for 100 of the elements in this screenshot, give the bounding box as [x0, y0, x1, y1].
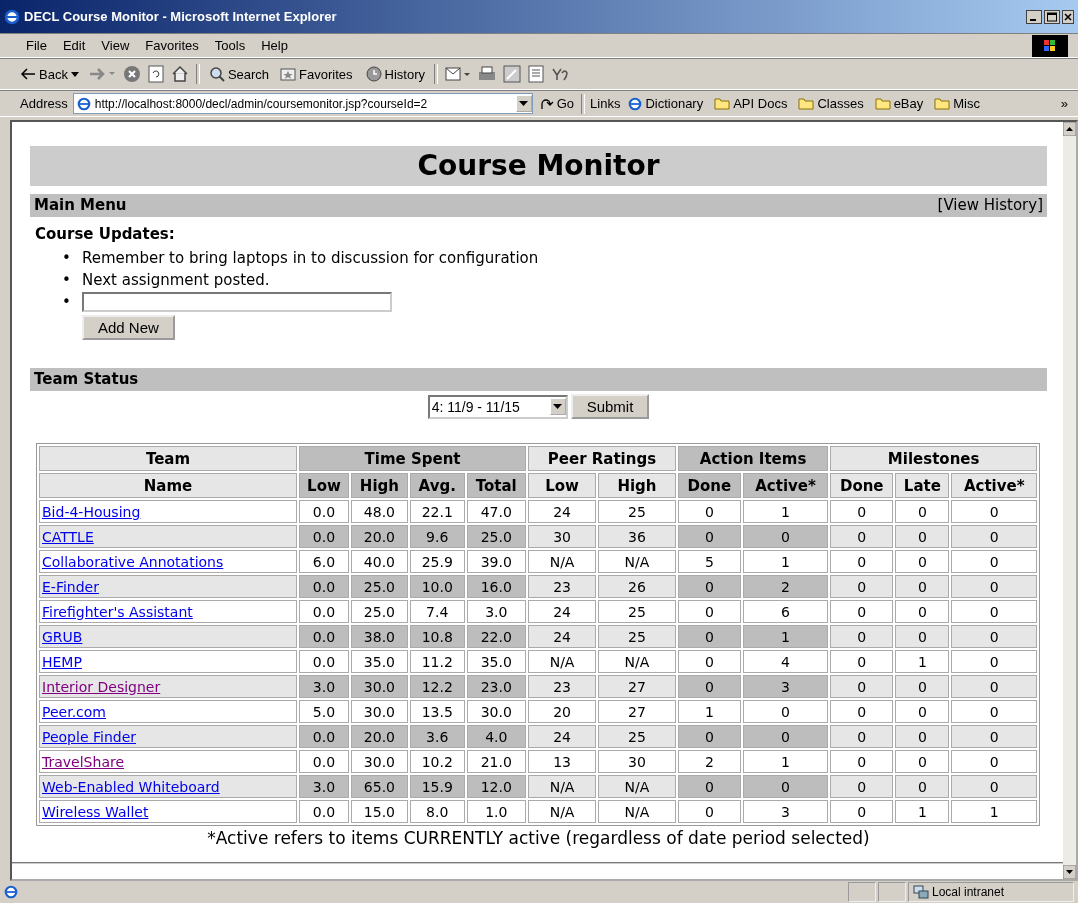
bullet: •: [62, 292, 72, 313]
column-header: Low: [299, 473, 349, 498]
table-cell: 0: [742, 775, 829, 798]
table-cell: 0: [830, 650, 894, 673]
search-button[interactable]: Search: [206, 66, 272, 82]
team-link[interactable]: CATTLE: [42, 528, 94, 545]
table-cell: 0: [830, 575, 894, 598]
back-button[interactable]: Back: [18, 66, 81, 82]
maximize-button[interactable]: [1044, 9, 1060, 24]
section-heading: Team Status: [34, 369, 139, 390]
menu-item[interactable]: File: [18, 38, 55, 53]
windows-logo-icon: [1032, 34, 1068, 57]
favorites-button[interactable]: Favorites: [278, 66, 355, 82]
scroll-down-button[interactable]: [1063, 865, 1076, 879]
more-links-button[interactable]: »: [1060, 96, 1068, 111]
home-icon[interactable]: [170, 65, 189, 83]
submit-button[interactable]: Submit: [570, 394, 650, 419]
table-cell: 0: [677, 800, 741, 823]
table-cell: 1.0: [466, 800, 526, 823]
column-header: Avg.: [409, 473, 465, 498]
menu-item[interactable]: View: [93, 38, 138, 53]
link-button[interactable]: Misc: [931, 96, 983, 111]
team-link[interactable]: GRUB: [42, 628, 83, 645]
menu-item[interactable]: Favorites: [137, 38, 207, 53]
table-cell: 30.0: [350, 750, 408, 773]
table-cell: 0: [895, 500, 950, 523]
address-field[interactable]: http://localhost:8000/decl/admin/coursemonitor.jsp?courseId=2: [72, 93, 533, 114]
table-cell: 20.0: [350, 725, 408, 748]
week-select[interactable]: 4: 11/9 - 11/15: [427, 394, 568, 419]
table-cell: 30.0: [350, 700, 408, 723]
refresh-icon[interactable]: [147, 65, 164, 83]
table-cell: 3.0: [299, 675, 349, 698]
table-cell: 0: [830, 675, 894, 698]
table-cell: 9.6: [409, 525, 465, 548]
table-cell: N/A: [598, 775, 676, 798]
team-link[interactable]: HEMP: [42, 653, 82, 670]
table-cell: 0: [830, 750, 894, 773]
link-button[interactable]: Dictionary: [625, 96, 707, 111]
column-header: Active*: [951, 473, 1037, 498]
update-input-field[interactable]: [82, 292, 392, 312]
messenger-icon[interactable]: [551, 67, 570, 81]
table-cell: 0.0: [299, 575, 349, 598]
go-arrow-icon: [539, 97, 554, 110]
edit-icon[interactable]: [503, 65, 522, 83]
table-cell: 12.2: [409, 675, 465, 698]
table-cell: 0: [830, 725, 894, 748]
document-icon[interactable]: [528, 65, 545, 83]
scroll-up-button[interactable]: [1063, 122, 1076, 136]
table-cell: 2: [742, 575, 829, 598]
menu-item[interactable]: Tools: [206, 38, 254, 53]
minimize-button[interactable]: [1026, 9, 1042, 24]
table-cell: 0.0: [299, 750, 349, 773]
link-button[interactable]: API Docs: [711, 96, 791, 111]
table-cell: N/A: [528, 650, 597, 673]
table-cell: 4: [742, 650, 829, 673]
dropdown-button[interactable]: [515, 95, 532, 112]
table-cell: 0: [830, 775, 894, 798]
team-link[interactable]: E-Finder: [42, 578, 99, 595]
stop-icon[interactable]: [122, 65, 141, 83]
link-button[interactable]: Classes: [795, 96, 867, 111]
column-header: Done: [830, 473, 894, 498]
table-cell: N/A: [528, 800, 597, 823]
link-button[interactable]: eBay: [871, 96, 927, 111]
table-cell: 0: [895, 625, 950, 648]
table-cell: 0: [677, 675, 741, 698]
add-new-button[interactable]: Add New: [82, 315, 175, 340]
table-cell: 13.5: [409, 700, 465, 723]
view-history-link[interactable]: [View History]: [937, 194, 1043, 217]
table-cell: 0: [951, 500, 1037, 523]
go-button[interactable]: Go: [537, 96, 577, 111]
table-cell: 0: [830, 500, 894, 523]
footnote: *Active refers to items CURRENTLY active (regardless of date period selected): [206, 828, 871, 848]
table-cell: 2: [677, 750, 741, 773]
table-cell: 35.0: [466, 650, 526, 673]
table-cell: 0: [895, 550, 950, 573]
table-cell: 20.0: [350, 525, 408, 548]
table-cell: 30: [528, 525, 597, 548]
mail-icon[interactable]: [445, 65, 472, 83]
table-cell: 25.0: [350, 600, 408, 623]
history-button[interactable]: History: [361, 66, 428, 82]
table-cell: 3.6: [409, 725, 465, 748]
table-cell: 0: [830, 550, 894, 573]
team-link[interactable]: Peer.com: [42, 703, 106, 720]
table-cell: 0: [951, 750, 1037, 773]
print-icon[interactable]: [478, 65, 497, 83]
table-cell: 0: [677, 500, 741, 523]
table-cell: 0: [951, 550, 1037, 573]
table-cell: 0: [895, 775, 950, 798]
table-cell: 23: [528, 575, 597, 598]
table-cell: 16.0: [466, 575, 526, 598]
caret-icon: [519, 101, 529, 106]
table-cell: 0: [742, 725, 829, 748]
caret-icon: [70, 71, 79, 77]
page-icon: [76, 96, 91, 111]
close-button[interactable]: [1062, 9, 1074, 24]
table-cell: 10.8: [409, 625, 465, 648]
menu-item[interactable]: Help: [253, 38, 296, 53]
table-cell: 0: [895, 725, 950, 748]
table-cell: 0: [951, 625, 1037, 648]
menu-item[interactable]: Edit: [54, 38, 94, 53]
